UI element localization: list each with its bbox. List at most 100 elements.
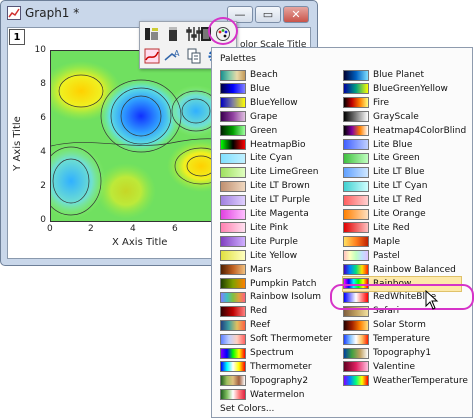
palette-swatch (343, 222, 369, 234)
palette-item[interactable]: Blue Planet (343, 68, 424, 82)
y-tick-label: 8 (40, 79, 46, 89)
palette-item[interactable]: Lite LT Blue (343, 165, 425, 179)
label-icon[interactable]: A (164, 47, 182, 65)
palette-item[interactable]: Green (220, 124, 277, 138)
close-button[interactable]: ✕ (283, 6, 309, 23)
palette-swatch (220, 264, 246, 276)
palette-label: Watermelon (250, 389, 305, 400)
palette-item[interactable]: Lite LT Red (343, 193, 422, 207)
palette-label: Solar Storm (373, 320, 426, 331)
palette-item[interactable]: Lite Magenta (220, 207, 309, 221)
palette-swatch (220, 347, 246, 359)
palette-label: Lite Blue (373, 139, 413, 150)
palette-label: Temperature (373, 334, 431, 345)
palette-item[interactable]: Lite LT Purple (220, 193, 310, 207)
palette-item[interactable]: BlueYellow (220, 96, 298, 110)
palette-item[interactable]: Solar Storm (343, 318, 426, 332)
palette-label: Lite Magenta (250, 209, 309, 219)
palette-swatch (220, 69, 246, 81)
palette-label: HeatmapBio (250, 139, 306, 150)
palette-item[interactable]: Soft Thermometer (220, 332, 332, 346)
palette-swatch (220, 319, 246, 331)
palette-label: Mars (250, 264, 272, 275)
palette-item[interactable]: Lite LT Cyan (343, 179, 427, 193)
layer-tab[interactable]: 1 (9, 29, 25, 45)
palette-item[interactable]: Blue (220, 82, 270, 96)
palette-item[interactable]: Beach (220, 68, 278, 82)
palette-item[interactable]: Thermometer (220, 360, 312, 374)
palette-item[interactable]: Maple (343, 235, 400, 249)
palettes-menu: Palettes Beach Blue BlueYellow Grape Green He… (211, 47, 473, 418)
palette-label: Grape (250, 111, 278, 122)
palette-label: Lite LT Purple (250, 195, 310, 206)
palette-item[interactable]: Lite Blue (343, 138, 412, 152)
palette-label: Lite Purple (250, 236, 298, 247)
palette-swatch (343, 166, 369, 178)
palette-swatch (343, 139, 369, 150)
y-tick-label: 2 (40, 181, 46, 191)
window-title: Graph1 * (25, 6, 80, 20)
palette-item[interactable]: Lite LT Brown (220, 179, 310, 193)
palette-item[interactable]: Lite Purple (220, 235, 298, 249)
palette-item[interactable]: Lite Red (343, 221, 410, 235)
fill-color-icon[interactable] (143, 25, 161, 43)
palette-item[interactable]: Topography1 (343, 346, 431, 360)
palette-item[interactable]: Red (220, 304, 267, 318)
palette-item[interactable]: Lite LimeGreen (220, 165, 319, 179)
palette-item[interactable]: Valentine (343, 360, 415, 374)
palette-swatch (220, 125, 246, 137)
palette-item[interactable]: Lite Orange (343, 207, 426, 221)
window-title-bar[interactable]: Graph1 * (7, 1, 79, 25)
palette-label: WeatherTemperature (373, 375, 468, 386)
palette-item[interactable]: Rainbow Isolum (220, 290, 321, 304)
palette-item[interactable]: Pastel (343, 249, 400, 263)
palette-item[interactable]: Mars (220, 263, 272, 277)
palette-item[interactable]: Lite Yellow (220, 249, 297, 263)
palette-label: Soft Thermometer (250, 334, 333, 345)
palette-label: Valentine (373, 361, 415, 372)
palette-swatch (220, 375, 246, 387)
palette-item[interactable]: Pumpkin Patch (220, 277, 316, 291)
palette-item[interactable]: Lite Cyan (220, 151, 292, 165)
palette-swatch (220, 278, 246, 289)
contour-plot[interactable] (50, 50, 220, 222)
palette-swatch (343, 125, 369, 137)
palette-item[interactable]: HeatmapBio (220, 138, 306, 152)
maximize-button[interactable]: ▭ (255, 6, 281, 23)
palette-item[interactable]: GrayScale (343, 110, 419, 124)
palette-item[interactable]: Heatmap4ColorBlind (343, 124, 466, 138)
palette-swatch (220, 236, 246, 248)
palette-item[interactable]: Reef (220, 318, 270, 332)
layer-order-icon[interactable] (164, 25, 182, 43)
palette-label: Blue (250, 83, 270, 94)
palette-swatch (343, 97, 369, 109)
palette-item[interactable]: Spectrum (220, 346, 294, 360)
palette-item[interactable]: Grape (220, 110, 277, 124)
x-tick-label: 6 (172, 224, 178, 234)
palette-item[interactable]: BlueGreenYellow (343, 82, 448, 96)
palette-item[interactable]: Fire (343, 96, 389, 110)
y-axis-title[interactable]: Y Axis Title (12, 116, 23, 171)
contour-lines-icon[interactable] (143, 47, 161, 65)
palette-item[interactable]: Topography2 (220, 374, 308, 388)
palette-item[interactable]: WeatherTemperature (343, 374, 468, 388)
palette-item[interactable]: Rainbow Balanced (343, 263, 456, 277)
x-axis-title[interactable]: X Axis Title (112, 237, 167, 248)
palette-swatch (220, 111, 246, 123)
palette-label: BlueGreenYellow (373, 83, 448, 94)
palette-swatch (343, 319, 369, 331)
palette-label: Lite LT Cyan (373, 181, 428, 192)
palette-item[interactable]: Lite Green (343, 151, 420, 165)
palette-swatch (220, 166, 246, 178)
palette-item[interactable]: Lite Pink (220, 221, 288, 235)
set-colors-item[interactable]: Set Colors... (220, 404, 274, 414)
palette-label: Green (250, 125, 278, 136)
palette-swatch (220, 97, 246, 109)
palette-item[interactable]: Watermelon (220, 388, 304, 402)
copy-format-icon[interactable] (185, 47, 203, 65)
palette-swatch (220, 389, 246, 401)
palette-label: Lite Green (373, 153, 420, 164)
palette-swatch (343, 69, 369, 81)
palette-item[interactable]: Temperature (343, 332, 430, 346)
palette-label: Lite Pink (250, 222, 289, 233)
